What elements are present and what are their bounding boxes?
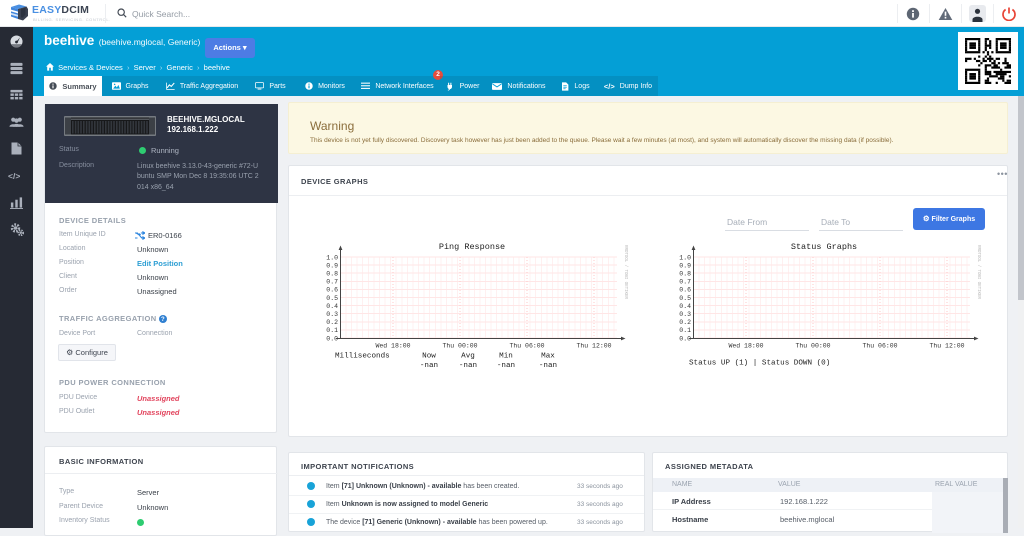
svg-text:Milliseconds: Milliseconds bbox=[335, 353, 390, 361]
svg-text:Avg: Avg bbox=[461, 353, 475, 361]
svg-text:Ping Response: Ping Response bbox=[439, 242, 505, 252]
svg-text:Thu 12:00: Thu 12:00 bbox=[929, 343, 964, 350]
svg-text:0.9: 0.9 bbox=[679, 262, 691, 269]
svg-text:Now: Now bbox=[422, 353, 436, 361]
svg-text:0.5: 0.5 bbox=[326, 295, 338, 302]
svg-text:0.6: 0.6 bbox=[679, 287, 691, 294]
svg-text:Wed 18:00: Wed 18:00 bbox=[375, 343, 410, 350]
svg-text:0.3: 0.3 bbox=[679, 311, 691, 318]
svg-text:Status Graphs: Status Graphs bbox=[791, 242, 857, 252]
svg-text:Thu 06:00: Thu 06:00 bbox=[509, 343, 544, 350]
svg-text:0.7: 0.7 bbox=[679, 279, 691, 286]
svg-text:1.0: 1.0 bbox=[326, 254, 338, 261]
svg-text:0.6: 0.6 bbox=[326, 287, 338, 294]
svg-text:0.3: 0.3 bbox=[326, 311, 338, 318]
svg-text:0.2: 0.2 bbox=[679, 319, 691, 326]
svg-text:-nan: -nan bbox=[497, 362, 515, 368]
svg-text:0.1: 0.1 bbox=[679, 327, 691, 334]
svg-text:-nan: -nan bbox=[420, 362, 438, 368]
svg-text:0.8: 0.8 bbox=[326, 271, 338, 278]
svg-text:0.1: 0.1 bbox=[326, 327, 338, 334]
svg-text:-nan: -nan bbox=[539, 362, 557, 368]
svg-text:0.7: 0.7 bbox=[326, 279, 338, 286]
svg-text:RRDTOOL / TOBI OETIKER: RRDTOOL / TOBI OETIKER bbox=[976, 245, 981, 299]
svg-text:0.8: 0.8 bbox=[679, 271, 691, 278]
svg-text:Max: Max bbox=[541, 353, 555, 361]
svg-text:-nan: -nan bbox=[459, 362, 477, 368]
svg-text:0.2: 0.2 bbox=[326, 319, 338, 326]
svg-text:Thu 06:00: Thu 06:00 bbox=[862, 343, 897, 350]
svg-text:0.9: 0.9 bbox=[326, 262, 338, 269]
svg-text:Status UP (1) | Status DOWN (0: Status UP (1) | Status DOWN (0) bbox=[689, 360, 830, 368]
svg-text:Thu 00:00: Thu 00:00 bbox=[442, 343, 477, 350]
svg-text:1.0: 1.0 bbox=[679, 254, 691, 261]
svg-text:Thu 00:00: Thu 00:00 bbox=[795, 343, 830, 350]
svg-text:0.5: 0.5 bbox=[679, 295, 691, 302]
svg-text:RRDTOOL / TOBI OETIKER: RRDTOOL / TOBI OETIKER bbox=[623, 245, 628, 299]
svg-text:Wed 18:00: Wed 18:00 bbox=[728, 343, 763, 350]
svg-text:0.4: 0.4 bbox=[679, 303, 691, 310]
svg-text:Thu 12:00: Thu 12:00 bbox=[576, 343, 611, 350]
svg-text:0.4: 0.4 bbox=[326, 303, 338, 310]
svg-text:Min: Min bbox=[499, 353, 513, 361]
svg-text:?: ? bbox=[161, 317, 165, 323]
